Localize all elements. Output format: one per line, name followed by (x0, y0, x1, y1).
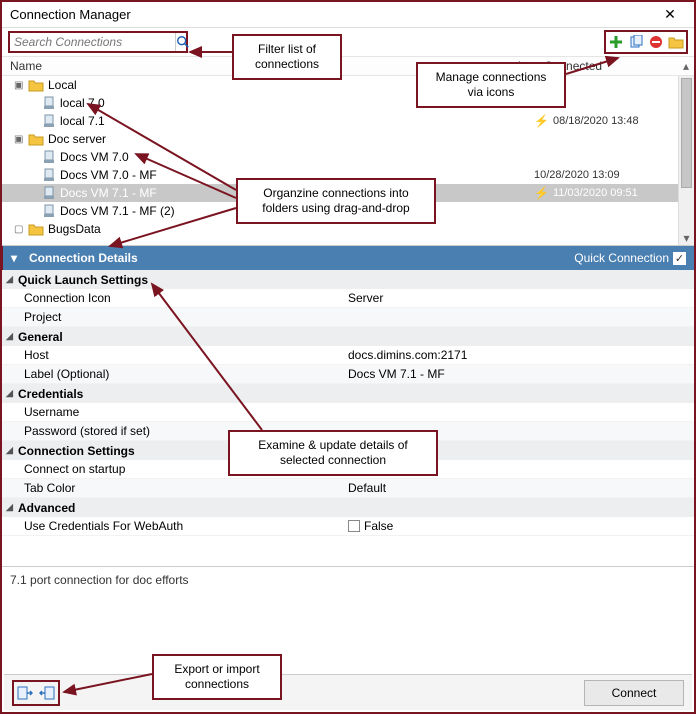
folder-icon (28, 79, 44, 92)
property-category[interactable]: ◢Advanced (2, 498, 694, 517)
connection-notes[interactable]: 7.1 port connection for doc efforts (2, 566, 694, 600)
folder-label: Local (48, 78, 77, 92)
toolbar-icons (604, 30, 688, 54)
search-input[interactable] (10, 35, 175, 49)
connection-label: Docs VM 7.0 (60, 150, 129, 164)
connect-button[interactable]: Connect (584, 680, 684, 706)
expand-toggle[interactable]: ▢ (14, 224, 24, 235)
add-icon[interactable] (607, 33, 625, 51)
new-folder-icon[interactable] (667, 33, 685, 51)
server-icon (42, 114, 56, 128)
connection-label: local 7.1 (60, 114, 105, 128)
export-icon[interactable] (16, 684, 34, 702)
property-row[interactable]: Project (2, 308, 694, 327)
import-export-icons (12, 680, 60, 706)
last-connected-cell: ⚡08/18/2020 13:48 (534, 114, 678, 128)
tree-folder[interactable]: ▣ Doc server (2, 130, 694, 148)
property-grid: ◢Quick Launch SettingsConnection IconSer… (2, 270, 694, 536)
property-label: Tab Color (2, 481, 348, 495)
folder-label: Doc server (48, 132, 106, 146)
close-button[interactable]: ✕ (650, 3, 690, 27)
property-category[interactable]: ◢General (2, 327, 694, 346)
scroll-down[interactable]: ▾ (679, 231, 694, 245)
callout-examine: Examine & update details of selected con… (228, 430, 438, 476)
quick-connection-toggle[interactable]: Quick Connection ✓ (574, 251, 686, 265)
property-label: Host (2, 348, 348, 362)
folder-icon (28, 223, 44, 236)
property-row[interactable]: Connection IconServer (2, 289, 694, 308)
copy-icon[interactable] (627, 33, 645, 51)
search-icon[interactable] (175, 33, 190, 51)
property-label: Username (2, 405, 348, 419)
last-connected-cell: 10/28/2020 13:09 (534, 169, 678, 181)
callout-manage: Manage connections via icons (416, 62, 566, 108)
server-icon (42, 204, 56, 218)
property-label: Project (2, 310, 348, 324)
expand-toggle[interactable]: ▣ (14, 80, 24, 91)
delete-icon[interactable] (647, 33, 665, 51)
property-row[interactable]: Hostdocs.dimins.com:2171 (2, 346, 694, 365)
property-value[interactable]: Default (348, 481, 694, 495)
collapse-icon: ◢ (6, 502, 18, 513)
details-title: Connection Details (25, 251, 574, 265)
property-category[interactable]: ◢Credentials (2, 384, 694, 403)
collapse-icon: ◢ (6, 331, 18, 342)
quick-connection-checkbox[interactable]: ✓ (673, 252, 686, 265)
bolt-icon: ⚡ (534, 186, 549, 200)
property-label: Label (Optional) (2, 367, 348, 381)
tree-connection[interactable]: Docs VM 7.0 (2, 148, 694, 166)
search-toolbar (2, 28, 694, 56)
connection-label: local 7.0 (60, 96, 105, 110)
tree-folder[interactable]: ▣ Local (2, 76, 694, 94)
property-row[interactable]: Tab ColorDefault (2, 479, 694, 498)
property-value[interactable]: Docs VM 7.1 - MF (348, 367, 694, 381)
server-icon (42, 150, 56, 164)
chevron-down-icon: ▾ (11, 251, 25, 265)
property-row[interactable]: Username (2, 403, 694, 422)
folder-icon (28, 133, 44, 146)
tree-connection[interactable]: local 7.1 ⚡08/18/2020 13:48 (2, 112, 694, 130)
search-wrap (8, 31, 188, 53)
property-label: Use Credentials For WebAuth (2, 519, 348, 533)
property-category[interactable]: ◢Quick Launch Settings (2, 270, 694, 289)
property-row[interactable]: Use Credentials For WebAuthFalse (2, 517, 694, 536)
collapse-icon: ◢ (6, 388, 18, 399)
folder-label: BugsData (48, 222, 101, 236)
tree-scrollbar[interactable]: ▾ (678, 76, 694, 245)
callout-export: Export or import connections (152, 654, 282, 700)
expand-toggle[interactable]: ▣ (14, 134, 24, 145)
connection-label: Docs VM 7.1 - MF (60, 186, 157, 200)
last-connected-cell: ⚡11/03/2020 09:51 (534, 186, 678, 200)
bottom-bar: Connect (4, 674, 692, 710)
property-label: Connection Icon (2, 291, 348, 305)
checkbox[interactable] (348, 520, 360, 532)
property-value[interactable]: Server (348, 291, 694, 305)
server-icon (42, 168, 56, 182)
property-value[interactable]: False (348, 519, 694, 533)
tree-connection[interactable]: local 7.0 (2, 94, 694, 112)
collapse-icon: ◢ (6, 445, 18, 456)
server-icon (42, 96, 56, 110)
window-title: Connection Manager (10, 7, 650, 22)
scroll-thumb[interactable] (681, 78, 692, 188)
callout-filter: Filter list of connections (232, 34, 342, 80)
import-icon[interactable] (38, 684, 56, 702)
connection-label: Docs VM 7.1 - MF (2) (60, 204, 175, 218)
collapse-icon: ◢ (6, 274, 18, 285)
connection-label: Docs VM 7.0 - MF (60, 168, 157, 182)
details-header[interactable]: ▾ Connection Details Quick Connection ✓ (2, 246, 694, 270)
scroll-up[interactable]: ▴ (678, 59, 694, 73)
titlebar: Connection Manager ✕ (2, 2, 694, 28)
server-icon (42, 186, 56, 200)
property-row[interactable]: Label (Optional)Docs VM 7.1 - MF (2, 365, 694, 384)
property-value[interactable]: docs.dimins.com:2171 (348, 348, 694, 362)
tree-header: Name Last Connected ▴ (2, 56, 694, 76)
callout-organize: Organzine connections into folders using… (236, 178, 436, 224)
bolt-icon: ⚡ (534, 114, 549, 128)
